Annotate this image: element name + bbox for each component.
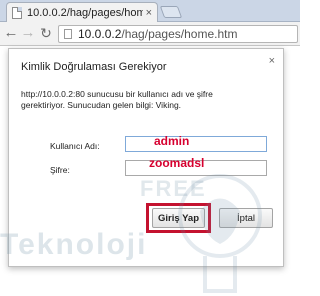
tab-strip: 10.0.0.2/hag/pages/home × bbox=[0, 0, 300, 22]
page-icon bbox=[64, 29, 72, 39]
reload-icon[interactable]: ↻ bbox=[38, 25, 54, 41]
browser-toolbar: ← → ↻ 10.0.0.2/hag/pages/home.htm bbox=[0, 22, 300, 46]
tab-title: 10.0.0.2/hag/pages/home bbox=[27, 6, 143, 19]
close-icon[interactable]: × bbox=[269, 55, 275, 67]
watermark-free: FREE bbox=[140, 176, 207, 201]
username-value-annotation: admin bbox=[154, 134, 190, 148]
username-field[interactable] bbox=[125, 136, 267, 152]
url-path: /hag/pages/home.htm bbox=[121, 27, 238, 41]
page-icon bbox=[12, 6, 22, 19]
dialog-message-line: gerektiriyor. Sunucudan gelen bilgi: Vik… bbox=[21, 100, 182, 110]
login-highlight-box bbox=[146, 203, 211, 233]
new-tab-button[interactable] bbox=[159, 6, 183, 18]
address-bar[interactable]: 10.0.0.2/hag/pages/home.htm bbox=[58, 25, 298, 43]
browser-tab[interactable]: 10.0.0.2/hag/pages/home × bbox=[6, 2, 158, 22]
password-label: Şifre: bbox=[50, 165, 70, 175]
dialog-message-line: http://10.0.0.2:80 sunucusu bir kullanıc… bbox=[21, 89, 213, 99]
back-arrow-icon[interactable]: ← bbox=[3, 25, 19, 41]
dialog-message: http://10.0.0.2:80 sunucusu bir kullanıc… bbox=[21, 89, 271, 111]
url-host: 10.0.0.2 bbox=[78, 27, 122, 41]
username-label: Kullanıcı Adı: bbox=[50, 141, 100, 151]
dialog-title: Kimlik Doğrulaması Gerekiyor bbox=[21, 61, 167, 73]
password-value-annotation: zoomadsl bbox=[149, 156, 205, 170]
tab-close-icon[interactable]: × bbox=[146, 7, 152, 19]
page-content: Kimlik Doğrulaması Gerekiyor × http://10… bbox=[0, 46, 300, 293]
forward-arrow-icon[interactable]: → bbox=[20, 25, 36, 41]
cancel-button[interactable]: İptal bbox=[219, 208, 273, 228]
auth-dialog: Kimlik Doğrulaması Gerekiyor × http://10… bbox=[8, 48, 284, 267]
